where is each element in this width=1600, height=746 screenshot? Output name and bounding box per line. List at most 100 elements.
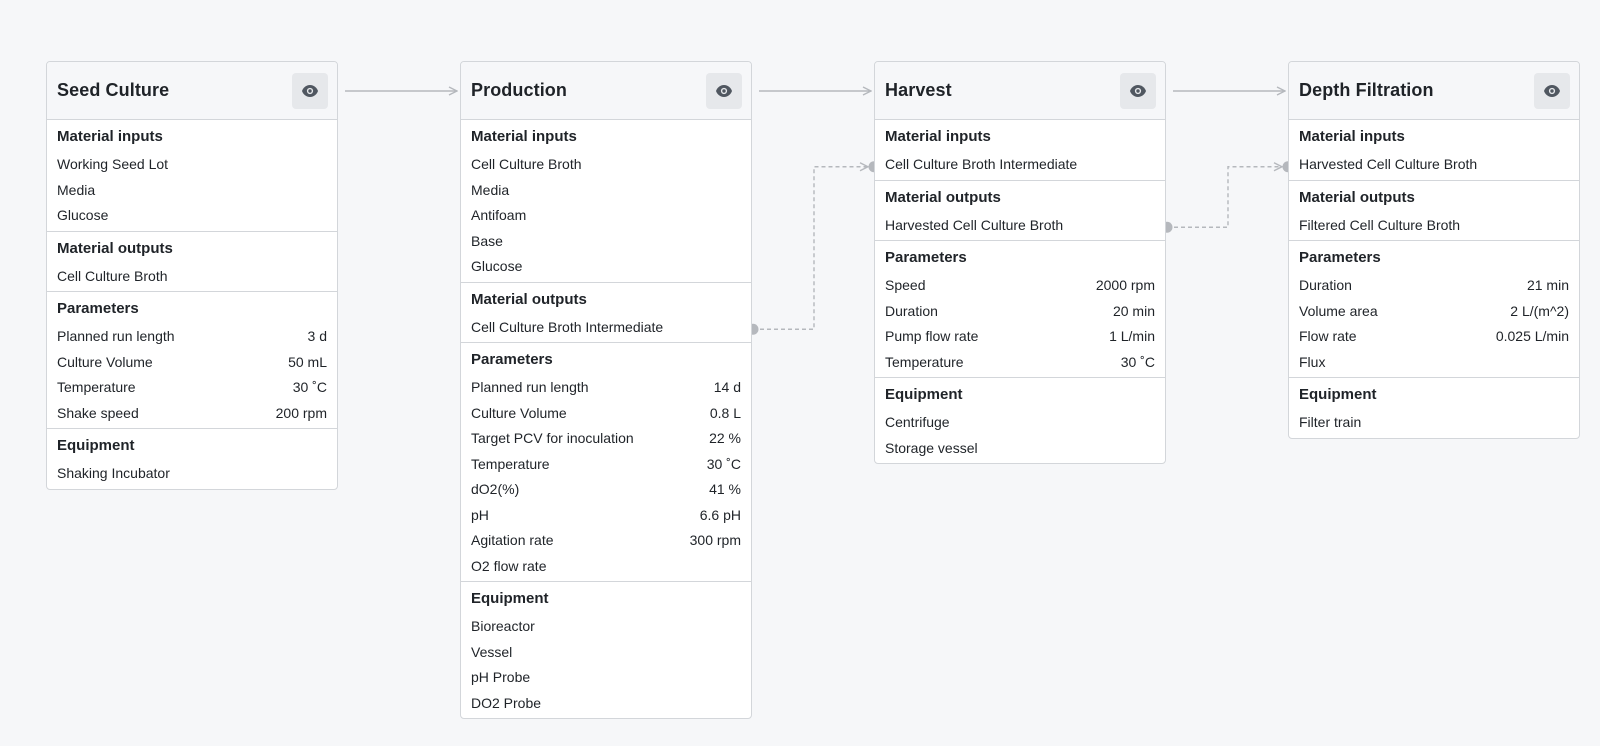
section-title: Material outputs: [57, 239, 173, 257]
item-label: Filter train: [1299, 414, 1362, 430]
list-item: Harvested Cell Culture Broth: [1299, 152, 1569, 178]
item-label: Duration: [885, 302, 938, 319]
list-item: Temperature 30 ˚C: [57, 375, 327, 401]
section-equipment: Equipment Centrifuge Storage vessel: [875, 378, 1165, 463]
view-step-button[interactable]: [706, 72, 742, 109]
section-material-outputs: Material outputs Cell Culture Broth Inter…: [461, 283, 751, 343]
section-parameters: Parameters Speed 2000 rpm Duration 20 min Pum…: [875, 241, 1165, 378]
item-label: Storage vessel: [885, 439, 978, 456]
item-value: 14 d: [713, 379, 741, 395]
item-value: 21 min: [1526, 277, 1569, 293]
list-item: Agitation rate 300 rpm: [471, 528, 741, 554]
item-value: 50 mL: [288, 353, 327, 370]
section-equipment: Equipment Bioreactor Vessel pH Probe DO2 Pro…: [461, 582, 751, 718]
item-label: Harvested Cell Culture Broth: [885, 216, 1064, 233]
list-item: Target PCV for inoculation 22 %: [471, 426, 741, 452]
list-item: Duration 21 min: [1299, 273, 1569, 299]
item-value: 300 rpm: [689, 532, 741, 548]
section-title: Equipment: [471, 590, 549, 607]
list-item: Storage vessel: [885, 436, 1155, 462]
item-label: Vessel: [471, 643, 513, 660]
step-card-header: Harvest: [875, 62, 1165, 120]
item-label: pH Probe: [471, 669, 531, 685]
list-item: Culture Volume 50 mL: [57, 350, 327, 376]
step-title: Seed Culture: [57, 80, 170, 100]
section-parameters: Parameters Duration 21 min Volume area 2 L/(…: [1289, 241, 1579, 378]
process-diagram-canvas: Seed Culture Material inputs Working Seed …: [0, 0, 1600, 746]
item-label: pH: [471, 506, 489, 523]
list-item: Centrifuge: [885, 410, 1155, 436]
eye-icon: [1544, 84, 1560, 97]
item-label: Filtered Cell Culture Broth: [1299, 216, 1461, 233]
step-card-header: Depth Filtration: [1289, 62, 1579, 120]
item-label: Culture Volume: [471, 404, 567, 421]
item-value: 30 ˚C: [1120, 353, 1155, 370]
list-item: Glucose: [471, 254, 741, 280]
item-label: Working Seed Lot: [57, 156, 169, 172]
list-item: Cell Culture Broth: [471, 152, 741, 178]
list-item: Media: [471, 178, 741, 204]
list-item: Temperature 30 ˚C: [885, 350, 1155, 376]
view-step-button[interactable]: [292, 72, 328, 109]
section-parameters: Parameters Planned run length 3 d Culture V…: [47, 292, 337, 429]
item-value: 6.6 pH: [699, 506, 741, 523]
item-label: Media: [57, 181, 96, 198]
section-title: Material outputs: [471, 290, 587, 308]
item-value: 3 d: [307, 328, 327, 344]
step-card-harvest[interactable]: Harvest Material inputs Cell Culture Broth…: [874, 61, 1166, 464]
step-card-production[interactable]: Production Material inputs Cell Culture Br…: [460, 61, 752, 719]
item-label: Planned run length: [57, 328, 175, 344]
list-item: O2 flow rate: [471, 554, 741, 580]
item-label: Bioreactor: [471, 618, 535, 634]
item-value: 0.8 L: [709, 404, 741, 421]
item-label: Antifoam: [471, 207, 527, 223]
list-item: Antifoam: [471, 203, 741, 229]
eye-icon: [302, 84, 318, 97]
list-item: Pump flow rate 1 L/min: [885, 324, 1155, 350]
section-title: Material inputs: [471, 128, 577, 145]
item-label: Cell Culture Broth: [57, 267, 168, 284]
list-item: Culture Volume 0.8 L: [471, 401, 741, 427]
list-item: Base: [471, 229, 741, 255]
list-item: pH Probe: [471, 665, 741, 691]
item-label: Culture Volume: [57, 353, 153, 370]
view-step-button[interactable]: [1120, 72, 1156, 109]
list-item: Planned run length 3 d: [57, 324, 327, 350]
item-label: Cell Culture Broth Intermediate: [885, 156, 1078, 172]
list-item: Duration 20 min: [885, 299, 1155, 325]
step-card-header: Production: [461, 62, 751, 120]
section-parameters: Parameters Planned run length 14 d Culture …: [461, 343, 751, 582]
section-material-outputs: Material outputs Harvested Cell Culture B…: [875, 181, 1165, 241]
section-equipment: Equipment Shaking Incubator: [47, 429, 337, 489]
item-label: dO2(%): [471, 481, 520, 497]
step-title: Depth Filtration: [1299, 80, 1434, 100]
section-material-inputs: Material inputs Working Seed Lot Media Gluc…: [47, 120, 337, 232]
section-title: Material outputs: [1299, 188, 1415, 206]
item-value: 2 L/(m^2): [1510, 302, 1569, 319]
list-item: DO2 Probe: [471, 691, 741, 717]
section-title: Equipment: [57, 437, 135, 454]
item-value: 41 %: [709, 481, 741, 497]
step-card-depth-filtration[interactable]: Depth Filtration Material inputs Harvested…: [1288, 61, 1580, 439]
section-title: Parameters: [471, 351, 553, 368]
item-label: Glucose: [471, 258, 523, 274]
item-label: DO2 Probe: [471, 694, 542, 711]
item-label: Agitation rate: [471, 532, 554, 548]
section-equipment: Equipment Filter train: [1289, 378, 1579, 438]
list-item: Working Seed Lot: [57, 152, 327, 178]
item-label: Cell Culture Broth: [471, 156, 582, 172]
item-label: O2 flow rate: [471, 557, 547, 574]
view-step-button[interactable]: [1534, 72, 1570, 109]
list-item: Bioreactor: [471, 614, 741, 640]
item-label: Temperature: [57, 379, 136, 395]
list-item: Flow rate 0.025 L/min: [1299, 324, 1569, 350]
eye-icon: [1130, 84, 1146, 97]
section-material-inputs: Material inputs Cell Culture Broth Media An…: [461, 120, 751, 283]
section-title: Material inputs: [1299, 128, 1405, 145]
step-card-seed-culture[interactable]: Seed Culture Material inputs Working Seed …: [46, 61, 338, 490]
list-item: pH 6.6 pH: [471, 503, 741, 529]
section-title: Material inputs: [885, 128, 991, 145]
list-item: Harvested Cell Culture Broth: [885, 213, 1155, 239]
list-item: Glucose: [57, 203, 327, 229]
item-label: Harvested Cell Culture Broth: [1299, 156, 1478, 172]
